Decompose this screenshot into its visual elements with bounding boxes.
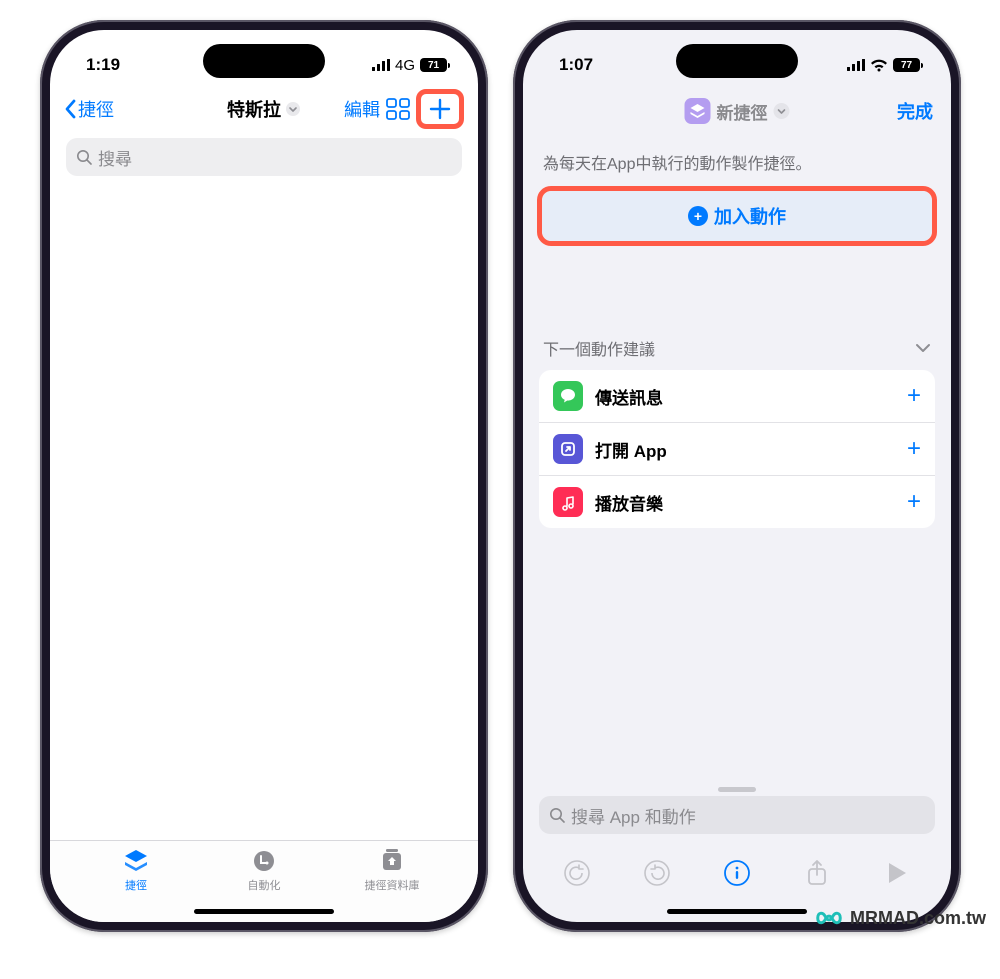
done-button[interactable]: 完成 bbox=[897, 98, 933, 124]
suggestion-label: 傳送訊息 bbox=[595, 384, 663, 409]
battery-indicator: 77 bbox=[893, 58, 923, 72]
share-button[interactable] bbox=[800, 856, 834, 890]
search-icon bbox=[76, 149, 92, 165]
info-icon bbox=[723, 859, 751, 887]
shortcut-title[interactable]: 新捷徑 bbox=[685, 98, 790, 124]
screen-left: 1:19 4G 71 捷徑 特斯拉 bbox=[50, 30, 478, 922]
redo-button[interactable] bbox=[640, 856, 674, 890]
dynamic-island bbox=[676, 44, 798, 78]
chevron-down-icon bbox=[774, 103, 790, 119]
battery-indicator: 71 bbox=[420, 58, 450, 72]
view-grid-button[interactable] bbox=[386, 98, 410, 120]
add-action-button[interactable]: + 加入動作 bbox=[542, 191, 932, 241]
tab-label: 捷徑 bbox=[125, 877, 147, 893]
search-icon bbox=[549, 807, 565, 823]
battery-level: 77 bbox=[893, 58, 920, 72]
status-time: 1:07 bbox=[559, 55, 593, 75]
play-icon bbox=[886, 861, 908, 885]
search-input[interactable]: 搜尋 bbox=[66, 138, 462, 176]
suggestion-row[interactable]: 播放音樂 + bbox=[539, 475, 935, 528]
action-search-input[interactable]: 搜尋 App 和動作 bbox=[539, 796, 935, 834]
watermark: MRMAD.com.tw bbox=[814, 903, 986, 933]
chevron-down-icon bbox=[285, 101, 301, 117]
play-button[interactable] bbox=[880, 856, 914, 890]
home-indicator[interactable] bbox=[667, 909, 807, 914]
folder-title: 特斯拉 bbox=[227, 96, 281, 122]
plus-icon bbox=[429, 98, 451, 120]
grid-icon bbox=[386, 98, 410, 120]
add-suggestion-button[interactable]: + bbox=[907, 382, 921, 410]
screen-right: 1:07 77 新捷徑 完成 bbox=[523, 30, 951, 922]
search-placeholder: 搜尋 App 和動作 bbox=[571, 803, 696, 828]
suggestion-label: 播放音樂 bbox=[595, 490, 663, 515]
message-icon bbox=[553, 381, 583, 411]
automation-icon bbox=[250, 849, 278, 873]
suggestions-list: 傳送訊息 + 打開 App + 播放音樂 + bbox=[539, 370, 935, 528]
back-label: 捷徑 bbox=[78, 96, 114, 122]
status-time: 1:19 bbox=[86, 55, 120, 75]
tab-gallery[interactable]: 捷徑資料庫 bbox=[352, 849, 432, 922]
suggestion-label: 打開 App bbox=[595, 437, 667, 462]
plus-circle-icon: + bbox=[688, 206, 708, 226]
undo-button[interactable] bbox=[560, 856, 594, 890]
highlight-add bbox=[416, 89, 464, 129]
add-suggestion-button[interactable]: + bbox=[907, 435, 921, 463]
edit-button[interactable]: 編輯 bbox=[344, 96, 380, 122]
phone-frame-left: 1:19 4G 71 捷徑 特斯拉 bbox=[40, 20, 488, 932]
tab-label: 捷徑資料庫 bbox=[365, 877, 420, 893]
add-action-label: 加入動作 bbox=[714, 203, 786, 229]
suggestions-title: 下一個動作建議 bbox=[543, 336, 655, 360]
search-placeholder: 搜尋 bbox=[98, 145, 132, 170]
watermark-logo-icon bbox=[814, 903, 844, 933]
info-button[interactable] bbox=[720, 856, 754, 890]
dynamic-island bbox=[203, 44, 325, 78]
shortcut-name: 新捷徑 bbox=[717, 99, 768, 124]
wifi-icon bbox=[870, 59, 888, 72]
tab-shortcuts[interactable]: 捷徑 bbox=[96, 849, 176, 922]
add-suggestion-button[interactable]: + bbox=[907, 488, 921, 516]
shortcuts-icon bbox=[122, 849, 150, 873]
music-icon bbox=[553, 487, 583, 517]
open-app-icon bbox=[553, 434, 583, 464]
watermark-text: MRMAD.com.tw bbox=[850, 908, 986, 929]
hint-text: 為每天在App中執行的動作製作捷徑。 bbox=[523, 136, 951, 186]
navigation-bar: 捷徑 特斯拉 編輯 bbox=[50, 86, 478, 132]
share-icon bbox=[805, 859, 829, 887]
gallery-icon bbox=[378, 849, 406, 873]
cellular-icon bbox=[372, 59, 390, 71]
chevron-down-icon bbox=[915, 343, 931, 353]
highlight-add-action: + 加入動作 bbox=[537, 186, 937, 246]
sheet-grabber[interactable] bbox=[718, 787, 756, 792]
navigation-bar: 新捷徑 完成 bbox=[523, 86, 951, 136]
back-button[interactable]: 捷徑 bbox=[64, 96, 114, 122]
shortcut-icon bbox=[685, 98, 711, 124]
home-indicator[interactable] bbox=[194, 909, 334, 914]
redo-icon bbox=[643, 859, 671, 887]
battery-level: 71 bbox=[420, 58, 447, 72]
add-shortcut-button[interactable] bbox=[429, 98, 451, 120]
suggestions-header[interactable]: 下一個動作建議 bbox=[523, 246, 951, 370]
phone-frame-right: 1:07 77 新捷徑 完成 bbox=[513, 20, 961, 932]
nav-title[interactable]: 特斯拉 bbox=[227, 96, 301, 122]
suggestion-row[interactable]: 傳送訊息 + bbox=[539, 370, 935, 422]
empty-content bbox=[50, 176, 478, 840]
cellular-icon bbox=[847, 59, 865, 71]
chevron-left-icon bbox=[64, 99, 76, 119]
status-network: 4G bbox=[395, 57, 415, 74]
suggestion-row[interactable]: 打開 App + bbox=[539, 422, 935, 475]
tab-label: 自動化 bbox=[248, 877, 281, 893]
undo-icon bbox=[563, 859, 591, 887]
